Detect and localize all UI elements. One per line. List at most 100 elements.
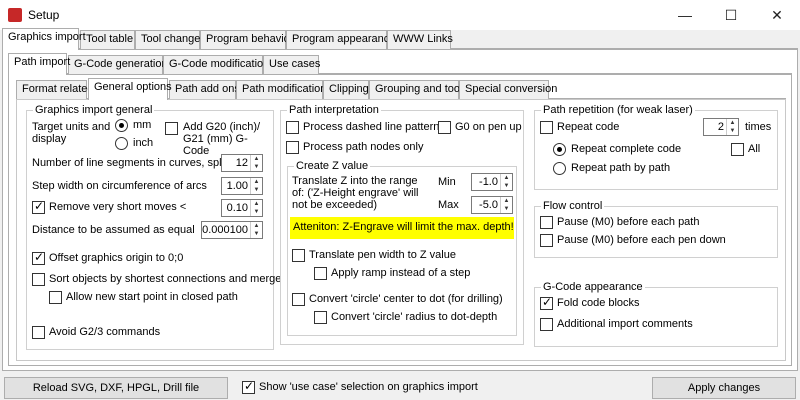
repeat-times-stepper[interactable]: 2 ▲ ▼ bbox=[703, 118, 739, 136]
min-label: Min bbox=[438, 176, 456, 188]
stepper-arrows-icon[interactable]: ▲ ▼ bbox=[250, 178, 262, 194]
z-min-value: -1.0 bbox=[479, 176, 498, 188]
remove-short-value: 0.10 bbox=[226, 202, 248, 214]
tab-tool-change[interactable]: Tool change bbox=[135, 30, 200, 49]
nodes-label: Process path nodes only bbox=[303, 141, 424, 153]
repeat-all-label: All bbox=[748, 143, 761, 155]
circle-center-label: Convert 'circle' center to dot (for dril… bbox=[309, 293, 503, 305]
gcode-appearance-group: G-Code appearance Fold code blocks Addit… bbox=[534, 281, 778, 347]
path-repetition-group: Path repetition (for weak laser) Repeat … bbox=[534, 104, 778, 190]
stepwidth-label: Step width on circumference of arcs bbox=[32, 180, 207, 192]
sort-objects-label: Sort objects by shortest connections and… bbox=[49, 273, 282, 285]
stepper-arrows-icon[interactable]: ▲ ▼ bbox=[726, 119, 738, 135]
tab-clipping[interactable]: Clipping bbox=[323, 80, 369, 99]
tab-www-links[interactable]: WWW Links bbox=[387, 30, 453, 49]
stepper-arrows-icon[interactable]: ▲ ▼ bbox=[250, 200, 262, 216]
graphics-import-general-group: Graphics import general Target units and… bbox=[26, 104, 281, 350]
mm-radio[interactable] bbox=[115, 119, 128, 132]
tab-gcode-generation[interactable]: G-Code generation bbox=[68, 55, 168, 74]
circle-center-checkbox[interactable] bbox=[292, 293, 305, 306]
ramp-checkbox[interactable] bbox=[314, 267, 327, 280]
show-usecase-checkbox[interactable] bbox=[242, 379, 255, 394]
path-interpretation-group: Path interpretation Process dashed line … bbox=[280, 104, 524, 345]
z-max-value: -5.0 bbox=[479, 199, 498, 211]
tab-program-behavior[interactable]: Program behavior bbox=[200, 30, 293, 49]
offset-origin-checkbox[interactable] bbox=[32, 250, 45, 265]
pause-path-checkbox[interactable] bbox=[540, 216, 553, 229]
tab-path-modifications[interactable]: Path modifications bbox=[236, 80, 332, 99]
times-label: times bbox=[745, 121, 772, 133]
apply-changes-button[interactable]: Apply changes bbox=[652, 377, 796, 399]
segments-value: 12 bbox=[235, 157, 248, 169]
offset-origin-label: Offset graphics origin to 0;0 bbox=[49, 252, 184, 264]
target-units-label: Target units and display bbox=[32, 121, 111, 145]
repeat-code-checkbox[interactable] bbox=[540, 121, 553, 134]
minimize-button[interactable]: — bbox=[662, 0, 708, 30]
mm-label: mm bbox=[133, 119, 152, 131]
pause-pen-checkbox[interactable] bbox=[540, 234, 553, 247]
stepwidth-stepper[interactable]: 1.00 ▲ ▼ bbox=[221, 177, 263, 195]
remove-short-checkbox[interactable] bbox=[32, 199, 45, 214]
tab-tool-table[interactable]: Tool table bbox=[80, 30, 135, 49]
distance-stepper[interactable]: 0.000100 ▲ ▼ bbox=[201, 221, 263, 239]
segments-label: Number of line segments in curves, splin… bbox=[32, 157, 242, 169]
tab-format-related[interactable]: Format related bbox=[16, 80, 94, 99]
g0-checkbox[interactable] bbox=[438, 121, 451, 134]
pause-pen-label: Pause (M0) before each pen down bbox=[557, 234, 726, 246]
remove-short-stepper[interactable]: 0.10 ▲ ▼ bbox=[221, 199, 263, 217]
fold-code-label: Fold code blocks bbox=[557, 297, 640, 309]
allow-start-label: Allow new start point in closed path bbox=[66, 291, 238, 303]
window-title: Setup bbox=[28, 8, 60, 22]
segments-stepper[interactable]: 12 ▲ ▼ bbox=[221, 154, 263, 172]
circle-radius-checkbox[interactable] bbox=[314, 311, 327, 324]
z-range-label: Translate Z into the range of: ('Z-Heigh… bbox=[292, 175, 419, 211]
inch-radio[interactable] bbox=[115, 137, 128, 150]
repeat-all-checkbox[interactable] bbox=[731, 143, 744, 156]
inch-label: inch bbox=[133, 137, 154, 149]
tab-grouping-tools[interactable]: Grouping and tools bbox=[369, 80, 468, 99]
stepper-arrows-icon[interactable]: ▲ ▼ bbox=[250, 222, 262, 238]
distance-value: 0.000100 bbox=[202, 224, 248, 236]
tab-general-options[interactable]: General options bbox=[88, 78, 172, 100]
maximize-button[interactable]: ☐ bbox=[708, 0, 754, 30]
group-legend: Create Z value bbox=[294, 160, 371, 172]
tab-gcode-modification[interactable]: G-Code modification bbox=[163, 55, 269, 74]
group-legend: G-Code appearance bbox=[541, 281, 645, 293]
avoid-g2-label: Avoid G2/3 commands bbox=[49, 326, 161, 338]
tab-use-cases[interactable]: Use cases bbox=[263, 55, 320, 74]
avoid-g2-checkbox[interactable] bbox=[32, 326, 45, 339]
stepper-arrows-icon[interactable]: ▲ ▼ bbox=[500, 174, 512, 190]
z-min-stepper[interactable]: -1.0 ▲ ▼ bbox=[471, 173, 513, 191]
tab-path-add-ons[interactable]: Path add ons bbox=[169, 80, 240, 99]
close-button[interactable]: ✕ bbox=[754, 0, 800, 30]
sub-tabs: Path import G-Code generation G-Code mod… bbox=[8, 53, 792, 75]
add-g20-label: Add G20 (inch)/ G21 (mm) G-Code bbox=[183, 121, 261, 157]
sort-objects-checkbox[interactable] bbox=[32, 273, 45, 286]
stepper-arrows-icon[interactable]: ▲ ▼ bbox=[250, 155, 262, 171]
app-icon bbox=[8, 8, 22, 22]
fold-code-checkbox[interactable] bbox=[540, 295, 553, 310]
distance-label: Distance to be assumed as equal bbox=[32, 224, 195, 236]
tab-graphics-import[interactable]: Graphics import bbox=[2, 28, 86, 50]
repeat-by-path-radio[interactable] bbox=[553, 162, 566, 175]
tab-program-appearance[interactable]: Program appearance bbox=[286, 30, 395, 49]
ramp-label: Apply ramp instead of a step bbox=[331, 267, 471, 279]
allow-start-checkbox[interactable] bbox=[49, 291, 62, 304]
repeat-code-label: Repeat code bbox=[557, 121, 620, 133]
repeat-complete-radio[interactable] bbox=[553, 143, 566, 156]
tab-special-conversion[interactable]: Special conversion bbox=[459, 80, 557, 99]
nodes-checkbox[interactable] bbox=[286, 141, 299, 154]
import-comments-label: Additional import comments bbox=[557, 318, 693, 330]
pen-width-checkbox[interactable] bbox=[292, 249, 305, 262]
show-usecase-label: Show 'use case' selection on graphics im… bbox=[259, 381, 478, 393]
group-legend: Flow control bbox=[541, 200, 605, 212]
pause-path-label: Pause (M0) before each path bbox=[557, 216, 700, 228]
import-comments-checkbox[interactable] bbox=[540, 318, 553, 331]
g0-label: G0 on pen up bbox=[455, 121, 522, 133]
stepper-arrows-icon[interactable]: ▲ ▼ bbox=[500, 197, 512, 213]
dashed-checkbox[interactable] bbox=[286, 121, 299, 134]
tab-path-import[interactable]: Path import bbox=[8, 53, 70, 75]
add-g20-checkbox[interactable] bbox=[165, 122, 178, 135]
reload-file-button[interactable]: Reload SVG, DXF, HPGL, Drill file bbox=[4, 377, 228, 399]
z-max-stepper[interactable]: -5.0 ▲ ▼ bbox=[471, 196, 513, 214]
